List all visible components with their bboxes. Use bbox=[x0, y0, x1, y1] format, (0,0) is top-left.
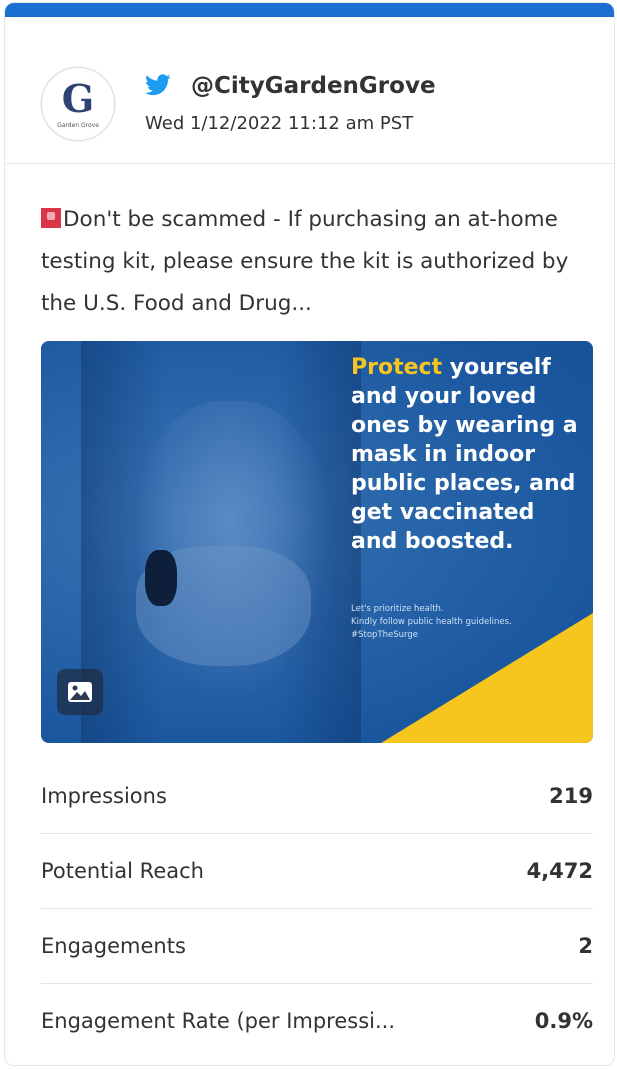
stat-label: Engagements bbox=[41, 934, 186, 958]
stat-row-potential-reach: Potential Reach 4,472 bbox=[41, 834, 593, 909]
red-alert-square-icon bbox=[41, 208, 61, 228]
post-text-content: Don't be scammed - If purchasing an at-h… bbox=[41, 207, 569, 316]
stats-list: Impressions 219 Potential Reach 4,472 En… bbox=[41, 759, 593, 1058]
stat-row-engagement-rate: Engagement Rate (per Impressi... 0.9% bbox=[41, 984, 593, 1058]
media-caption-line-1: Let's prioritize health. bbox=[351, 604, 444, 614]
media-caption-line-3: #StopTheSurge bbox=[351, 630, 419, 640]
post-timestamp: Wed 1/12/2022 11:12 am PST bbox=[145, 113, 414, 134]
post-text: Don't be scammed - If purchasing an at-h… bbox=[41, 199, 597, 325]
image-icon-glyph bbox=[68, 682, 92, 702]
media-caption-line-2: Kindly follow public health guidelines. bbox=[351, 617, 512, 627]
media-headline: Protect yourself and your loved ones by … bbox=[351, 353, 587, 556]
stat-label: Impressions bbox=[41, 784, 167, 808]
stat-value: 2 bbox=[578, 934, 593, 958]
image-icon[interactable] bbox=[57, 669, 103, 715]
post-media-image[interactable]: Protect yourself and your loved ones by … bbox=[41, 341, 593, 743]
media-headline-rest: yourself and your loved ones by wearing … bbox=[351, 355, 578, 554]
post-header: G Garden Grove @CityGardenGrove Wed 1/12… bbox=[5, 17, 614, 164]
avatar-logo-caption: Garden Grove bbox=[57, 121, 99, 129]
top-accent-bar bbox=[5, 3, 614, 17]
stat-value: 0.9% bbox=[534, 1009, 593, 1033]
stat-row-impressions: Impressions 219 bbox=[41, 759, 593, 834]
avatar[interactable]: G Garden Grove bbox=[41, 67, 115, 141]
post-card: G Garden Grove @CityGardenGrove Wed 1/12… bbox=[4, 2, 615, 1066]
stat-label: Engagement Rate (per Impressi... bbox=[41, 1009, 396, 1033]
twitter-bird-icon bbox=[145, 74, 171, 96]
media-caption-lines: Let's prioritize health. Kindly follow p… bbox=[351, 603, 581, 642]
stat-row-engagements: Engagements 2 bbox=[41, 909, 593, 984]
stat-label: Potential Reach bbox=[41, 859, 204, 883]
account-handle[interactable]: @CityGardenGrove bbox=[191, 73, 436, 99]
media-headline-highlight: Protect bbox=[351, 355, 443, 380]
avatar-logo-letter: G bbox=[61, 75, 95, 121]
stat-value: 4,472 bbox=[526, 859, 593, 883]
stat-value: 219 bbox=[549, 784, 593, 808]
media-mask-shadow bbox=[145, 550, 177, 606]
